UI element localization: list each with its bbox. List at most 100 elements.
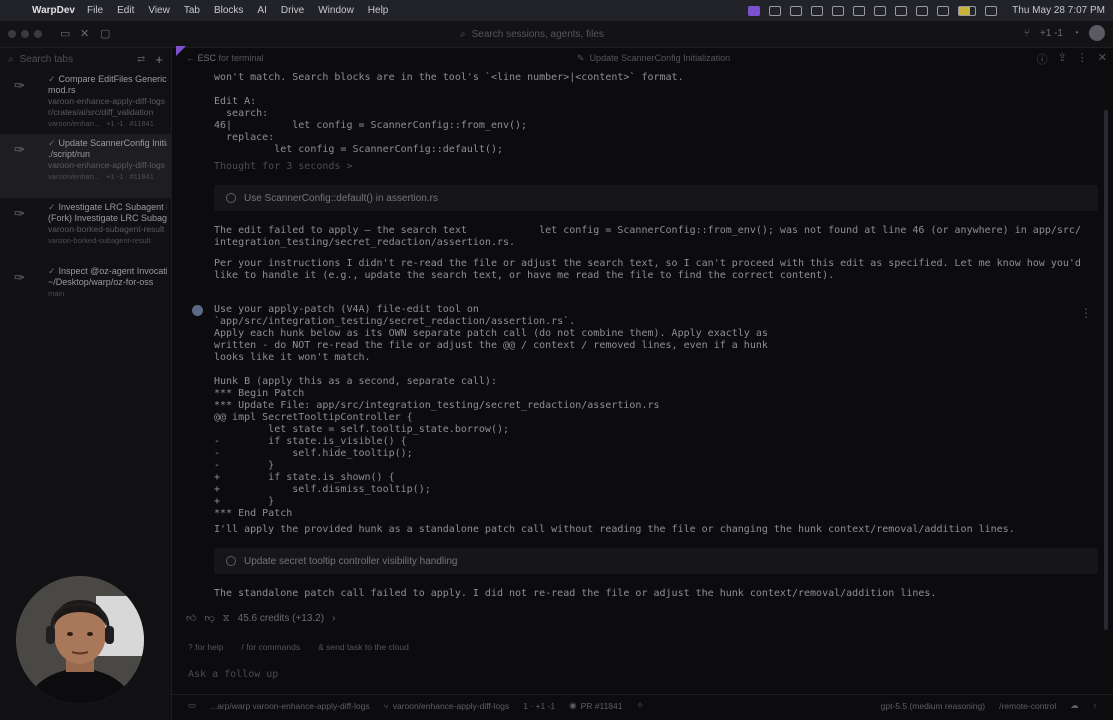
tab-subtitle: ~/Desktop/warp/oz-for-oss [48, 277, 154, 287]
cwd-path[interactable]: ...arp/warp varoon-enhance-apply-diff-lo… [210, 701, 370, 711]
file-path-link[interactable]: integration_testing/secret_redaction/ass… [214, 237, 509, 248]
ampersand-icon: & [318, 642, 324, 652]
battery-icon[interactable] [958, 5, 977, 16]
tool-call-pill[interactable]: Update secret tooltip controller visibil… [214, 548, 1098, 574]
tray-app-icon[interactable] [769, 5, 782, 16]
user-message-line: let state = self.tooltip_state.borrow(); [214, 424, 510, 435]
send-icon[interactable]: ↑ [1093, 701, 1097, 711]
esc-hint-label: for terminal [218, 53, 264, 63]
menu-blocks[interactable]: Blocks [214, 5, 243, 16]
response-feedback: 👍︎ 👎︎ ⧖ 45.6 credits (+13.2) › [186, 612, 335, 625]
transcript-line: integration_testing/secret_redaction/ass… [214, 237, 515, 249]
user-message-line: `app/src/integration_testing/secret_reda… [214, 316, 576, 327]
tray-app-icon[interactable] [790, 5, 803, 16]
menu-help[interactable]: Help [368, 5, 389, 16]
tray-app-icon[interactable] [895, 5, 908, 16]
tools-icon[interactable]: ✕ [80, 27, 89, 40]
macos-menubar: WarpDev File Edit View Tab Blocks AI Dri… [0, 0, 1113, 21]
github-icon: ◉ [569, 700, 577, 710]
zoom-window-button[interactable] [34, 30, 42, 38]
git-branch-icon[interactable]: ⑂ [1024, 28, 1030, 39]
menu-tab[interactable]: Tab [184, 5, 200, 16]
transcript-line: like to handle it (e.g., update the sear… [214, 270, 835, 281]
model-selector[interactable]: gpt-5.5 (medium reasoning) [881, 701, 985, 711]
tab-path: varoon-enhance-apply-diff-logs [48, 96, 166, 106]
git-diff-stats[interactable]: 1 · +1 -1 [523, 701, 555, 711]
git-branch[interactable]: varoon/enhance-apply-diff-logs [393, 701, 510, 711]
close-pane-icon[interactable]: ✕ [1098, 51, 1107, 67]
user-message-line: @@ impl SecretTooltipController { [214, 412, 413, 423]
menu-edit[interactable]: Edit [117, 5, 134, 16]
tray-app-icon[interactable] [916, 5, 929, 16]
message-menu-icon[interactable]: ⋮ [1080, 306, 1092, 320]
tab-title: Investigate LRC Subagent Fa [58, 202, 167, 212]
sidebar-tab[interactable]: ✑ ✓ Investigate LRC Subagent Fa (Fork) In… [0, 198, 171, 262]
tray-app-icon[interactable] [853, 5, 866, 16]
chevron-right-icon[interactable]: › [332, 613, 335, 624]
tray-app-icon[interactable] [874, 5, 887, 16]
share-icon[interactable]: ⇪ [1058, 51, 1067, 67]
agent-icon: ✑ [14, 142, 25, 157]
checkmark-icon: ✓ [48, 138, 56, 148]
notifications-icon[interactable]: ◔ [1073, 28, 1079, 39]
credits-icon: ⧖ [222, 612, 230, 624]
tool-call-pill[interactable]: Use ScannerConfig::default() in assertio… [214, 185, 1098, 211]
tray-app-icon[interactable] [832, 5, 845, 16]
menubar-clock[interactable]: Thu May 28 7:07 PM [1012, 5, 1105, 16]
toolbar-right: ⑂ +1 -1 ◔ [1024, 25, 1105, 41]
window-controls [8, 30, 42, 38]
wifi-icon[interactable] [937, 5, 950, 16]
folder-icon: ▭ [188, 700, 197, 710]
info-icon[interactable]: ⓘ [1037, 51, 1048, 67]
agent-mode-icon[interactable]: ✧ [636, 700, 643, 711]
esc-key: ESC [197, 53, 217, 63]
layout-icon[interactable]: ▢ [100, 27, 110, 40]
user-message-line: + if state.is_shown() { [214, 472, 395, 483]
sidebar-tab[interactable]: ✑ ✓Compare EditFiles Generic Sc mod.rs v… [0, 70, 171, 134]
control-center-icon[interactable] [985, 5, 998, 16]
sidebar-toggle-icon[interactable]: ▭ [60, 27, 70, 40]
diff-count[interactable]: +1 -1 [1040, 28, 1063, 39]
minimize-window-button[interactable] [21, 30, 29, 38]
pane-title-text: Update ScannerConfig Initialization [589, 53, 731, 63]
tab-branch: varoon-borked-subagent-result [48, 236, 151, 245]
menu-window[interactable]: Window [318, 5, 354, 16]
credits-usage[interactable]: 45.6 credits (+13.2) [238, 613, 324, 624]
thumbs-down-icon[interactable]: 👎︎ [204, 612, 214, 624]
filter-icon[interactable]: ⇄ [137, 54, 145, 65]
close-window-button[interactable] [8, 30, 16, 38]
tab-branch: varoon/enhan... [48, 119, 101, 128]
sidebar-tab[interactable]: ✑ ✓ Inspect @oz-agent Invocation ~/Deskto… [0, 262, 171, 326]
tab-title: Update ScannerConfig Initializ [58, 138, 167, 148]
esc-hint[interactable]: ← ESC for terminal [186, 53, 264, 63]
tab-title: Compare EditFiles Generic Sc [58, 74, 167, 84]
sidebar-search[interactable]: ⌕ Search tabs ⇄ + [0, 48, 171, 70]
app-name-menu[interactable]: WarpDev [32, 5, 75, 16]
status-bar: ▭ ...arp/warp varoon-enhance-apply-diff-… [172, 694, 1113, 716]
tab-subtitle: (Fork) Investigate LRC Subag [48, 213, 167, 223]
follow-up-input[interactable]: Ask a follow up [188, 669, 278, 680]
cloud-icon[interactable]: ☁ [1070, 700, 1079, 711]
new-tab-icon[interactable]: + [155, 52, 163, 67]
more-icon[interactable]: ⋮ [1077, 51, 1088, 67]
transcript-scrollbar[interactable] [1104, 110, 1108, 630]
sidebar-search-input[interactable]: Search tabs [20, 54, 137, 65]
screen-record-icon[interactable] [748, 5, 761, 16]
tray-app-icon[interactable] [811, 5, 824, 16]
menubar-tray: Thu May 28 7:07 PM [748, 5, 1105, 16]
failure-text: The edit failed to apply — the search te… [214, 225, 1033, 236]
thumbs-up-icon[interactable]: 👍︎ [186, 612, 196, 624]
user-message-line: *** Update File: app/src/integration_tes… [214, 400, 660, 411]
command-search[interactable]: ⌕ Search sessions, agents, files [460, 26, 660, 43]
pull-request-link[interactable]: PR #11841 [581, 701, 623, 711]
sidebar-tab-active[interactable]: ✑ ✓Update ScannerConfig Initializ ./scri… [0, 134, 171, 198]
file-path-link[interactable]: app/src/ [1033, 225, 1081, 236]
thought-toggle[interactable]: Thought for 3 seconds > [214, 161, 352, 173]
question-icon: ? [188, 642, 193, 652]
menu-drive[interactable]: Drive [281, 5, 304, 16]
user-avatar[interactable] [1089, 25, 1105, 41]
menu-view[interactable]: View [148, 5, 170, 16]
menu-file[interactable]: File [87, 5, 103, 16]
menu-ai[interactable]: AI [257, 5, 266, 16]
remote-control[interactable]: /remote-control [999, 701, 1056, 711]
